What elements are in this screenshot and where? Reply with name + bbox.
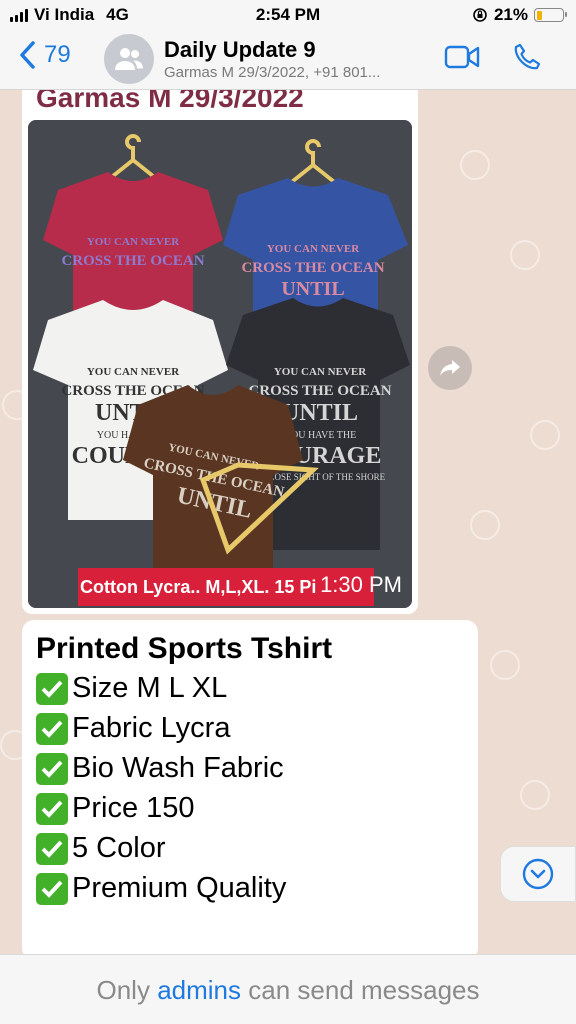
status-right: 21% [472, 5, 567, 25]
message-time: 1:30 PM [320, 572, 402, 597]
forward-button[interactable] [428, 346, 472, 390]
message-line-text: Premium Quality [72, 872, 287, 904]
video-call-icon[interactable] [444, 44, 480, 70]
message-line: Price 150 [36, 792, 195, 825]
chat-header: 79 Daily Update 9 Garmas M 29/3/2022, +9… [0, 30, 576, 90]
checkmark-icon [36, 792, 68, 825]
message-line-text: Bio Wash Fabric [72, 752, 284, 784]
message-line-text: Fabric Lycra [72, 712, 231, 744]
status-bar: Vi India 4G 2:54 PM 21% [0, 0, 576, 30]
forward-icon [440, 360, 460, 376]
group-avatar-icon[interactable] [104, 34, 154, 84]
battery-icon [534, 8, 567, 22]
print-text: YOU CAN NEVER [87, 236, 180, 248]
message-line-text: 5 Color [72, 832, 166, 864]
checkmark-icon [36, 872, 68, 905]
chat-area[interactable]: YOU CAN NEVER CROSS THE OCEAN YOU CAN NE… [0, 90, 576, 954]
checkmark-icon [36, 712, 68, 745]
print-text: YOU CAN NEVER [87, 366, 180, 378]
tshirts-photo[interactable]: YOU CAN NEVER CROSS THE OCEAN YOU CAN NE… [28, 120, 412, 608]
tshirts-illustration: YOU CAN NEVER CROSS THE OCEAN YOU CAN NE… [28, 120, 412, 608]
sender-name[interactable]: Garmas M 29/3/2022 [36, 90, 304, 114]
back-button[interactable]: 79 [18, 40, 71, 70]
phone-icon[interactable] [512, 42, 542, 72]
print-text: CROSS THE OCEAN [241, 260, 384, 276]
checkmark-icon [36, 672, 68, 705]
print-text: YOU CAN NEVER [267, 243, 360, 255]
message-line: Premium Quality [36, 872, 286, 905]
chevron-left-icon [20, 41, 35, 69]
checkmark-icon [36, 752, 68, 785]
text-message-bubble[interactable]: Printed Sports Tshirt Size M L XL Fabric… [22, 620, 478, 954]
chat-subtitle[interactable]: Garmas M 29/3/2022, +91 801... [164, 64, 380, 81]
checkmark-icon [36, 832, 68, 865]
message-line: Bio Wash Fabric [36, 752, 284, 785]
message-line-title: Printed Sports Tshirt [36, 632, 333, 665]
message-line: Fabric Lycra [36, 712, 230, 745]
notice-prefix: Only [96, 975, 150, 1005]
scroll-to-bottom-button[interactable] [500, 846, 576, 902]
admins-only-notice: Only admins can send messages [0, 954, 576, 1024]
unread-count: 79 [44, 41, 71, 68]
orientation-lock-icon [473, 8, 487, 22]
image-message-bubble[interactable]: YOU CAN NEVER CROSS THE OCEAN YOU CAN NE… [22, 90, 418, 614]
chat-title[interactable]: Daily Update 9 [164, 37, 316, 63]
photo-caption: Cotton Lycra.. M,L,XL. 15 Pi [80, 577, 317, 597]
admins-link[interactable]: admins [157, 975, 241, 1005]
message-line: 5 Color [36, 832, 166, 865]
print-text: UNTIL [282, 400, 358, 426]
message-line: Size M L XL [36, 672, 227, 705]
print-text: CROSS THE OCEAN [248, 383, 391, 399]
print-text: CROSS THE OCEAN [61, 253, 204, 269]
notice-suffix: can send messages [248, 975, 480, 1005]
chevron-down-circle-icon [522, 858, 554, 890]
message-line-text: Price 150 [72, 792, 195, 824]
print-text: YOU CAN NEVER [274, 366, 367, 378]
message-line-text: Size M L XL [72, 672, 228, 704]
print-text: UNTIL [281, 278, 344, 300]
battery-percent: 21% [493, 5, 528, 24]
